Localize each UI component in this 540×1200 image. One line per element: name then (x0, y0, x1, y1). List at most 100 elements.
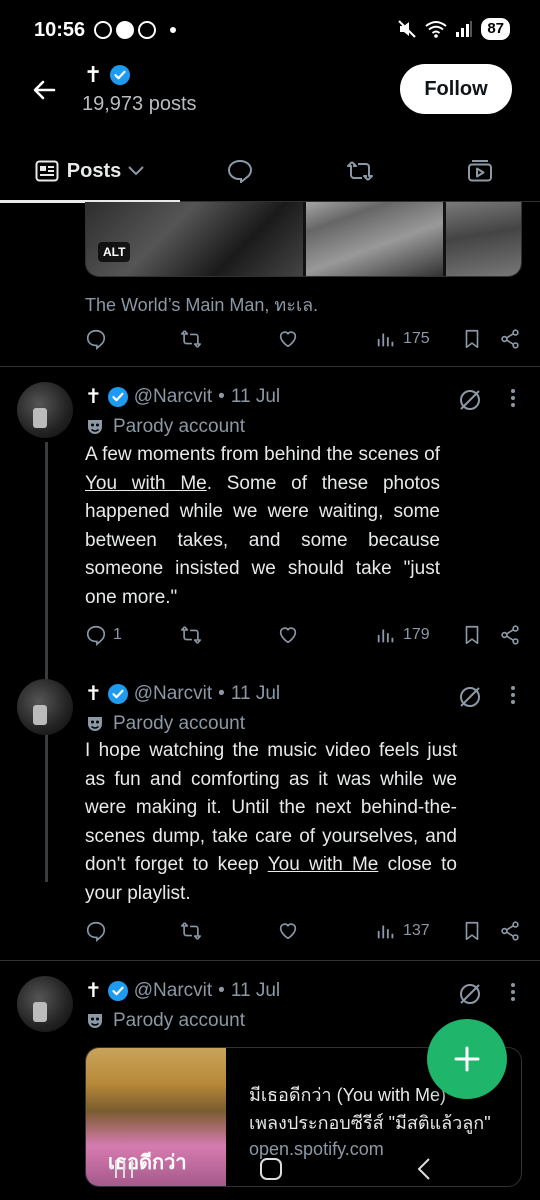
reply-icon (86, 329, 106, 350)
reply-button[interactable] (85, 920, 107, 942)
wifi-icon (425, 21, 447, 38)
avatar[interactable] (17, 382, 73, 438)
reply-button[interactable]: 1 (85, 624, 122, 646)
follow-button[interactable]: Follow (400, 64, 512, 114)
author-handle[interactable]: @Narcvit (134, 980, 212, 1002)
tweet-date[interactable]: 11 Jul (231, 386, 280, 408)
bookmark-button[interactable] (461, 624, 483, 646)
signal-icon (456, 21, 473, 37)
tweet-date[interactable]: 11 Jul (231, 980, 280, 1002)
share-button[interactable] (499, 328, 521, 350)
post-divider (0, 960, 540, 961)
tab-posts[interactable]: Posts (0, 140, 180, 203)
tweet-date[interactable]: 11 Jul (231, 683, 280, 705)
grok-icon[interactable] (458, 388, 482, 412)
share-icon (501, 329, 519, 349)
bookmark-button[interactable] (461, 328, 483, 350)
reply-button[interactable] (85, 328, 107, 350)
separator-dot: • (218, 979, 225, 1001)
post-divider (0, 366, 540, 367)
verified-badge-icon (107, 386, 128, 407)
tweet-header: ✝ @Narcvit • 11 Jul (85, 681, 280, 706)
views-button[interactable]: 175 (375, 328, 430, 350)
author-name[interactable]: ✝ (85, 978, 102, 1003)
author-name[interactable]: ✝ (85, 384, 102, 409)
heart-icon (279, 627, 297, 644)
views-chart-icon (377, 925, 394, 939)
repost-button[interactable] (180, 328, 202, 350)
like-button[interactable] (277, 920, 299, 942)
avatar[interactable] (17, 679, 73, 735)
repost-icon (181, 626, 201, 644)
tweet-text-part: A few moments from behind the scenes of (85, 444, 440, 465)
reply-icon (227, 159, 253, 183)
tab-media[interactable] (420, 140, 540, 202)
tweet-header: ✝ @Narcvit • 11 Jul (85, 978, 280, 1003)
profile-display-name: ✝ (84, 62, 103, 87)
media-caption: The World’s Main Man, ทะเล. (85, 295, 319, 315)
back-arrow-icon[interactable] (30, 76, 58, 104)
compose-post-button[interactable] (427, 1019, 507, 1099)
bookmark-icon (465, 329, 479, 349)
status-time: 10:56 (34, 19, 86, 41)
views-chart-icon (377, 333, 394, 347)
like-button[interactable] (277, 624, 299, 646)
share-button[interactable] (499, 920, 521, 942)
plus-icon (454, 1046, 480, 1072)
media-image[interactable] (306, 202, 443, 276)
recent-apps-icon[interactable] (112, 1157, 136, 1181)
tab-posts-label: Posts (66, 159, 122, 182)
bookmark-button[interactable] (461, 920, 483, 942)
more-options-icon[interactable] (510, 388, 516, 408)
author-handle[interactable]: @Narcvit (134, 386, 212, 408)
author-handle[interactable]: @Narcvit (134, 683, 212, 705)
repost-button[interactable] (180, 920, 202, 942)
heart-icon (279, 923, 297, 940)
chat-icon (138, 21, 156, 39)
more-options-icon[interactable] (510, 982, 516, 1002)
profile-name: ✝ (84, 62, 131, 88)
tab-reposts[interactable] (300, 140, 420, 202)
share-icon (501, 921, 519, 941)
back-nav-icon[interactable] (413, 1157, 437, 1181)
parody-mask-icon (88, 420, 102, 434)
views-count: 179 (403, 626, 430, 643)
hashtag-link[interactable]: You with Me (85, 473, 207, 494)
media-image[interactable] (445, 202, 521, 276)
avatar[interactable] (17, 976, 73, 1032)
tab-replies[interactable] (180, 140, 300, 202)
grok-icon[interactable] (458, 685, 482, 709)
parody-label-text: Parody account (113, 416, 246, 437)
post-media-grid[interactable]: ALT (85, 202, 522, 277)
author-name[interactable]: ✝ (85, 681, 102, 706)
parody-mask-icon (88, 717, 102, 731)
grok-icon[interactable] (458, 982, 482, 1006)
more-options-icon[interactable] (510, 685, 516, 705)
alt-badge[interactable]: ALT (98, 242, 131, 262)
views-button[interactable]: 137 (375, 920, 430, 942)
media-image[interactable]: ALT (86, 202, 304, 276)
notification-icons (94, 21, 176, 39)
bookmark-icon (465, 625, 479, 645)
home-icon[interactable] (259, 1157, 283, 1181)
repost-button[interactable] (180, 624, 202, 646)
reply-icon (86, 921, 106, 942)
system-icons: 87 (397, 18, 510, 40)
parody-label: Parody account (85, 713, 245, 735)
profile-tabs: Posts (0, 140, 540, 203)
views-count: 137 (403, 922, 430, 939)
views-count: 175 (403, 330, 430, 347)
system-navigation-bar (0, 1140, 540, 1200)
verified-badge-icon (110, 65, 131, 85)
profile-header: ✝ 19,973 posts Follow (0, 60, 540, 140)
thread-connector (45, 442, 48, 882)
verified-badge-icon (107, 980, 128, 1001)
like-button[interactable] (277, 328, 299, 350)
share-button[interactable] (499, 624, 521, 646)
views-button[interactable]: 179 (375, 624, 430, 646)
views-chart-icon (377, 629, 394, 643)
hashtag-link[interactable]: You with Me (268, 854, 379, 875)
status-bar: 10:56 87 (0, 0, 540, 60)
separator-dot: • (218, 385, 225, 407)
verified-badge-icon (107, 683, 128, 704)
